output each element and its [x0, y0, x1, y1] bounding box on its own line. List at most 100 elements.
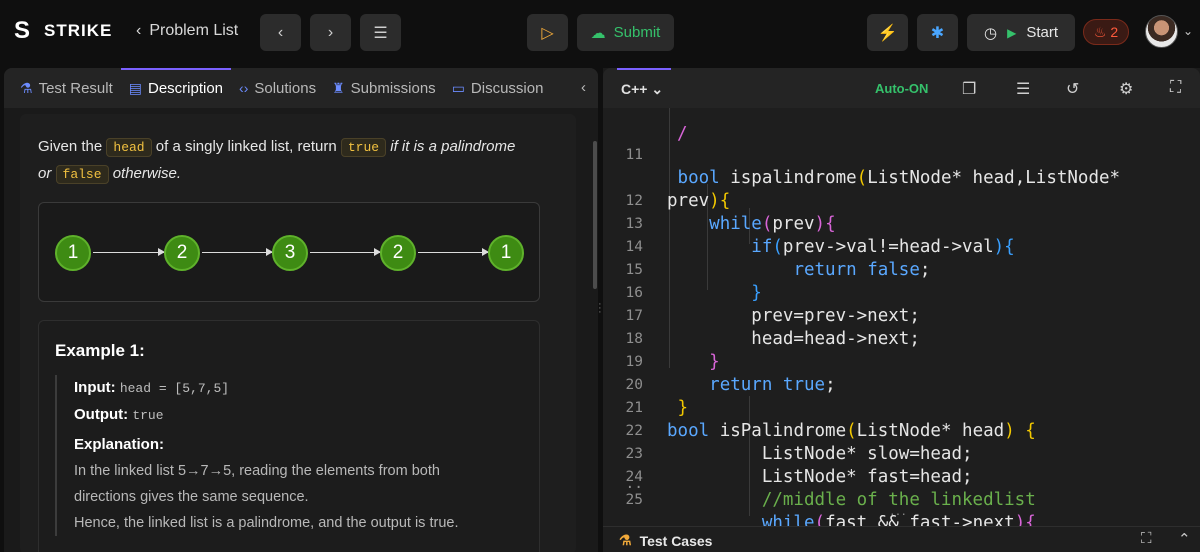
code-text: head=head->next; — [667, 329, 920, 349]
chat-icon: ▭ — [451, 79, 465, 96]
play-icon: ▷ — [541, 24, 554, 42]
prev-problem-button[interactable]: ‹ — [260, 14, 301, 51]
tab-label: Solutions — [254, 79, 317, 97]
submit-button[interactable]: ☁ Submit — [577, 14, 674, 51]
code-area[interactable]: / 11 bool ispalindrome(ListNode* head,Li… — [603, 108, 1200, 526]
example-output: Output: true — [74, 402, 525, 429]
code-text: / — [677, 124, 688, 144]
code-icon: ‹› — [239, 80, 249, 96]
code-text: ListNode* fast=head; — [667, 467, 973, 487]
start-timer-button[interactable]: ◷ ▶ Start — [967, 14, 1075, 51]
code-text: bool ispalindrome(ListNode* head,ListNod… — [667, 168, 1121, 188]
inline-code: false — [55, 165, 109, 184]
tab-label: Description — [148, 79, 224, 97]
code-line: prev){ — [603, 144, 730, 211]
code-line: 24 //middle of the linkedlist — [603, 443, 1036, 510]
explanation-line: Hence, the linked list is a palindrome, … — [74, 515, 459, 531]
code-text: return false; — [793, 260, 931, 280]
explanation-line: In the linked list 5→7→5, reading the el… — [74, 463, 440, 479]
example-title: Example 1: — [55, 341, 145, 360]
code-text: return true; — [709, 375, 836, 395]
chevron-down-icon[interactable]: ⌄ — [1183, 24, 1193, 38]
test-cases-tab[interactable]: ⚗ Test Cases — [619, 532, 712, 549]
code-text: bool isPalindrome(ListNode* head) { — [667, 421, 1036, 441]
code-line: 11 bool ispalindrome(ListNode* head,List… — [603, 121, 1121, 188]
code-line: 16 prev=prev->next; — [603, 259, 920, 326]
list-node: 2 — [380, 235, 416, 271]
problem-panel: ⚗ Test Result ▤ Description ‹› Solutions… — [4, 68, 598, 552]
menu-icon[interactable]: ☰ — [1016, 79, 1030, 99]
cloud-upload-icon: ☁ — [590, 24, 606, 42]
code-line: 19 return true; — [603, 328, 836, 395]
tab-label: Test Result — [38, 79, 113, 97]
arrow-right-icon — [418, 248, 489, 256]
test-cases-label: Test Cases — [639, 532, 713, 549]
input-value: head = [5,7,5] — [119, 381, 230, 396]
run-button[interactable]: ▷ — [527, 14, 568, 51]
problem-tabs: ⚗ Test Result ▤ Description ‹› Solutions… — [4, 68, 598, 108]
list-node: 1 — [488, 235, 524, 271]
chevron-up-icon[interactable]: ⌃ — [1178, 530, 1191, 548]
code-text: while(prev){ — [709, 214, 836, 234]
tab-description[interactable]: ▤ Description — [120, 68, 232, 108]
code-line: 12 while(prev){ — [603, 167, 836, 234]
code-line: 17 head=head->next; — [603, 282, 920, 349]
problem-list-label: Problem List — [149, 22, 239, 39]
code-text: } — [751, 283, 762, 303]
statement-text: Given the — [38, 138, 103, 155]
reset-icon[interactable]: ↺ — [1066, 79, 1079, 99]
list-node: 3 — [272, 235, 308, 271]
tab-discussion[interactable]: ▭ Discussion — [444, 68, 552, 108]
expand-icon[interactable]: ⛶ — [1141, 530, 1152, 547]
copy-icon[interactable]: ❐ — [962, 79, 976, 99]
code-line: 18 } — [603, 305, 720, 372]
chevron-left-icon: ‹ — [277, 23, 284, 41]
inline-code: head — [106, 138, 152, 157]
output-value: true — [132, 408, 164, 423]
code-text: ListNode* slow=head; — [667, 444, 973, 464]
resize-handle[interactable]: ··· — [890, 505, 907, 521]
document-icon: ▤ — [128, 79, 142, 96]
line-number: ·· — [625, 480, 643, 496]
gear-icon[interactable]: ⚙ — [1119, 79, 1133, 99]
code-line: 14 return false; — [603, 213, 931, 280]
top-bar: S STRIKE ‹ Problem List ‹ › ☰ ▷ ☁ Submit… — [0, 0, 1200, 64]
tab-test-result[interactable]: ⚗ Test Result — [12, 68, 121, 108]
bug-icon: ✱ — [930, 24, 945, 42]
next-problem-button[interactable]: › — [310, 14, 351, 51]
chevron-down-icon: ⌄ — [651, 81, 664, 97]
explanation-label: Explanation: — [74, 432, 525, 458]
fullscreen-icon[interactable]: ⛶ — [1170, 79, 1181, 97]
panel-resize-handle[interactable]: · · · — [598, 299, 602, 318]
problem-list-link[interactable]: ‹ Problem List — [136, 22, 238, 40]
example-input: Input: head = [5,7,5] — [74, 375, 525, 402]
example-body: Input: head = [5,7,5] Output: true Expla… — [55, 375, 525, 536]
explanation-label-text: Explanation: — [74, 436, 165, 453]
submit-label: Submit — [613, 24, 661, 41]
list-icon: ☰ — [373, 24, 388, 42]
example-card: Example 1: Input: head = [5,7,5] Output:… — [38, 320, 540, 552]
collapse-panel-icon[interactable]: ‹ — [581, 79, 586, 96]
statement-text: if it is a palindrome — [390, 138, 516, 155]
auto-complete-toggle[interactable]: Auto-ON — [875, 81, 928, 96]
clock-icon: ◷ — [983, 24, 998, 42]
language-label: C++ — [621, 81, 648, 97]
streak-badge[interactable]: ♨ 2 — [1083, 19, 1129, 45]
code-text: prev=prev->next; — [667, 306, 920, 326]
debug-button[interactable]: ✱ — [917, 14, 958, 51]
tab-label: Submissions — [350, 79, 436, 97]
brand-logo[interactable]: S STRIKE — [14, 17, 113, 44]
brand-name: STRIKE — [44, 21, 113, 40]
ai-assist-button[interactable]: ⚡ — [867, 14, 908, 51]
editor-toolbar: C++ ⌄ Auto-ON ❐ ☰ ↺ ⚙ ⛶ — [603, 68, 1200, 108]
statement-text: of a singly linked list, return — [155, 138, 337, 155]
tab-solutions[interactable]: ‹› Solutions — [231, 68, 324, 108]
description-scrollbar[interactable] — [593, 141, 597, 289]
language-select[interactable]: C++ ⌄ — [616, 68, 672, 98]
statement-text: or — [38, 165, 52, 182]
strike-logo-icon: S — [14, 17, 31, 44]
avatar[interactable] — [1145, 15, 1178, 48]
tab-submissions[interactable]: ♜ Submissions — [324, 68, 444, 108]
problem-list-menu-button[interactable]: ☰ — [360, 14, 401, 51]
code-text: if(prev->val!=head->val){ — [751, 237, 1015, 257]
